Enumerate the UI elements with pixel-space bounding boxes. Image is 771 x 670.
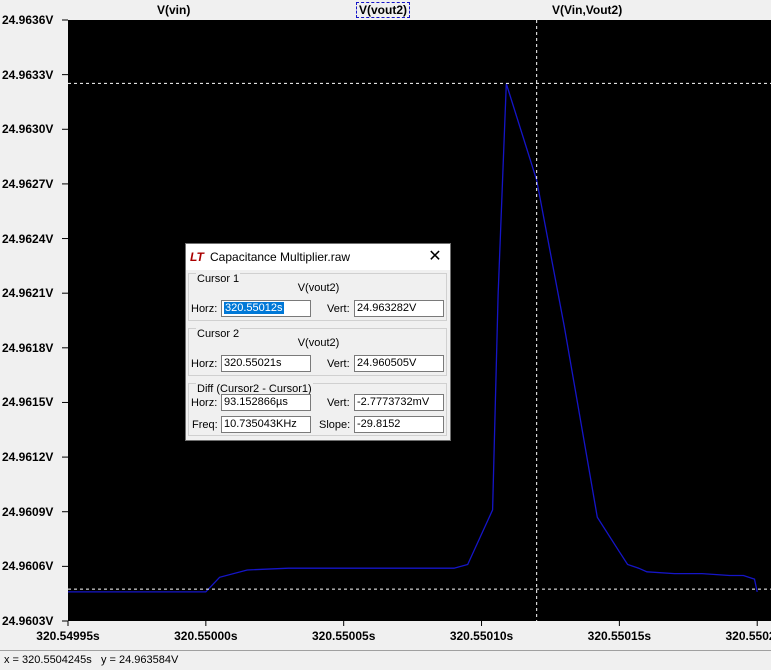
y-tick-label: 24.9603V	[2, 614, 53, 628]
y-tick-label: 24.9633V	[2, 68, 53, 82]
cursor1-horz-field[interactable]: 320.55012s	[221, 300, 311, 317]
diff-freq-field[interactable]: 10.735043KHz	[221, 416, 311, 433]
status-bar: x = 320.5504245s y = 24.963584V	[0, 650, 771, 669]
y-tick-label: 24.9621V	[2, 286, 53, 300]
cursor2-vert-label: Vert:	[327, 358, 350, 370]
cursor1-trace: V(vout2)	[189, 282, 448, 294]
x-tick-label: 320.55015s	[588, 629, 651, 643]
dialog-titlebar[interactable]: LT Capacitance Multiplier.raw ✕	[186, 244, 450, 270]
x-tick-label: 320.54995s	[36, 629, 99, 643]
diff-horz-label: Horz:	[191, 397, 217, 409]
y-tick-label: 24.9612V	[2, 450, 53, 464]
y-tick-label: 24.9609V	[2, 505, 53, 519]
diff-vert-field[interactable]: -2.7773732mV	[354, 394, 444, 411]
y-tick-label: 24.9618V	[2, 341, 53, 355]
diff-group: Diff (Cursor2 - Cursor1) Horz: 93.152866…	[188, 383, 447, 436]
y-tick-label: 24.9606V	[2, 559, 53, 573]
status-y-readout: y = 24.963584V	[101, 654, 178, 666]
x-tick-label: 320.55020s	[726, 629, 771, 643]
trace-label-vout2[interactable]: V(vout2)	[356, 2, 410, 18]
y-tick-label: 24.9615V	[2, 395, 53, 409]
cursor2-group: Cursor 2 V(vout2) Horz: 320.55021s Vert:…	[188, 328, 447, 376]
x-tick-label: 320.55010s	[450, 629, 513, 643]
diff-slope-label: Slope:	[319, 419, 350, 431]
cursor2-vert-field[interactable]: 24.960505V	[354, 355, 444, 372]
cursor-dialog: LT Capacitance Multiplier.raw ✕ Cursor 1…	[185, 243, 451, 441]
cursor1-horz-value: 320.55012s	[224, 302, 284, 314]
diff-freq-label: Freq:	[192, 419, 218, 431]
y-tick-label: 24.9624V	[2, 232, 53, 246]
trace-label-vin[interactable]: V(vin)	[157, 3, 190, 17]
diff-vert-label: Vert:	[327, 397, 350, 409]
cursor2-horz-label: Horz:	[191, 358, 217, 370]
ltspice-logo-icon: LT	[190, 250, 204, 264]
y-tick-label: 24.9636V	[2, 13, 53, 27]
diff-horz-field[interactable]: 93.152866µs	[221, 394, 311, 411]
y-tick-label: 24.9627V	[2, 177, 53, 191]
x-tick-label: 320.55000s	[174, 629, 237, 643]
cursor1-vert-field[interactable]: 24.963282V	[354, 300, 444, 317]
close-icon[interactable]: ✕	[420, 244, 450, 270]
cursor1-horz-label: Horz:	[191, 303, 217, 315]
y-tick-label: 24.9630V	[2, 122, 53, 136]
x-tick-label: 320.55005s	[312, 629, 375, 643]
status-x-readout: x = 320.5504245s	[4, 654, 92, 666]
diff-slope-field[interactable]: -29.8152	[354, 416, 444, 433]
cursor2-horz-field[interactable]: 320.55021s	[221, 355, 311, 372]
cursor1-vert-label: Vert:	[327, 303, 350, 315]
trace-label-vin-vout2[interactable]: V(Vin,Vout2)	[552, 3, 622, 17]
dialog-title: Capacitance Multiplier.raw	[210, 250, 350, 264]
cursor2-trace: V(vout2)	[189, 337, 448, 349]
cursor1-group: Cursor 1 V(vout2) Horz: 320.55012s Vert:…	[188, 273, 447, 321]
